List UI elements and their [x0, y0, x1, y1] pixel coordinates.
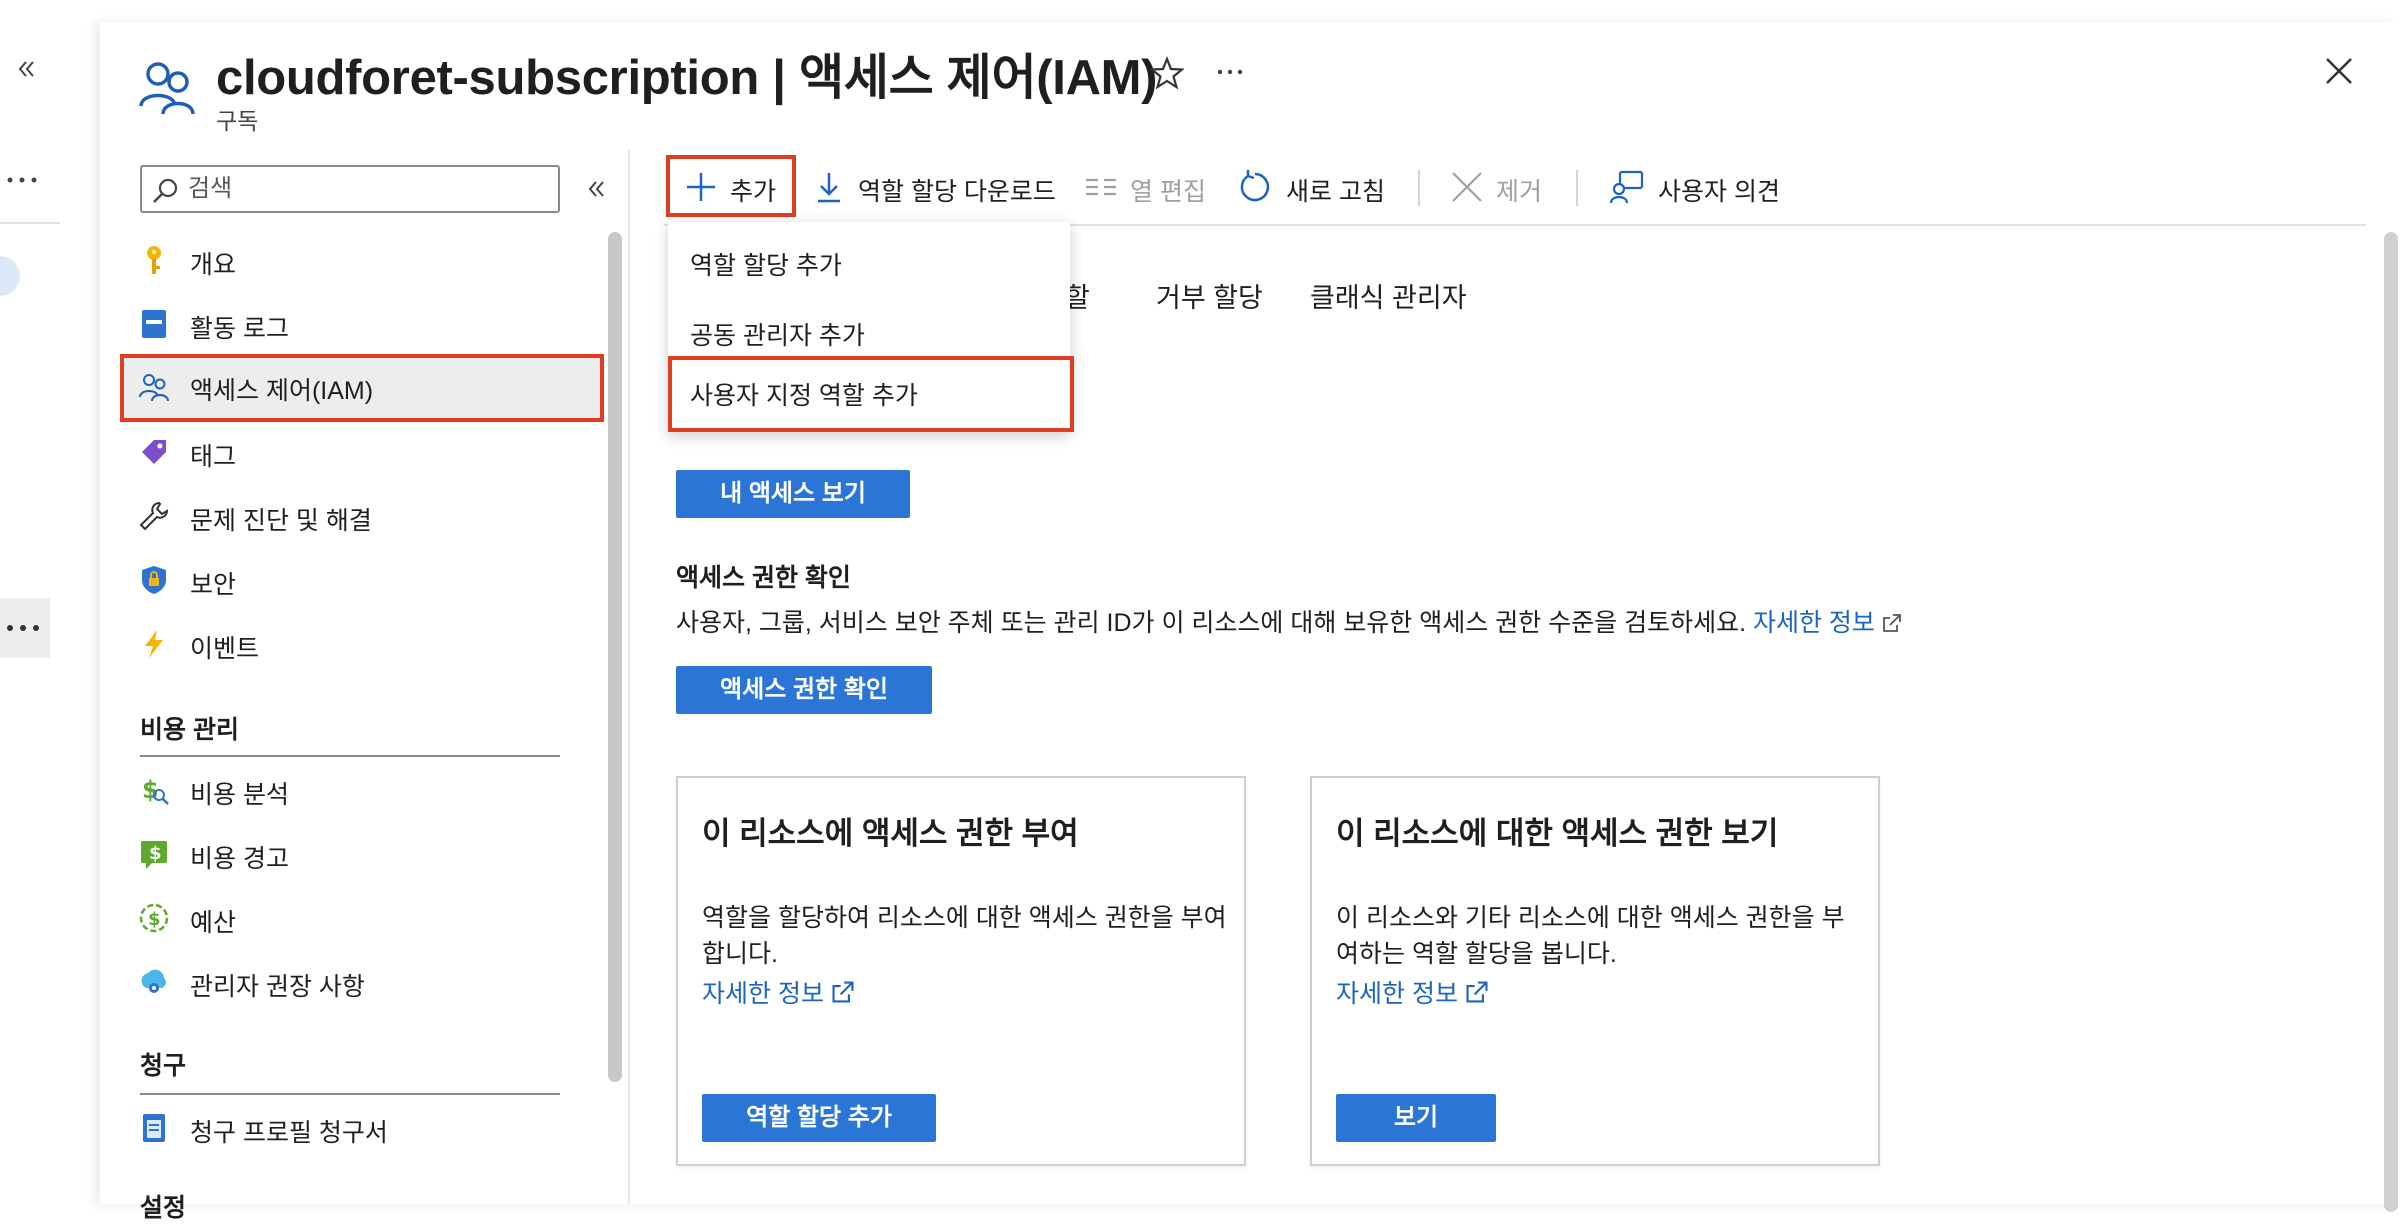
sidebar-item-events[interactable]: 이벤트: [120, 612, 604, 676]
external-link-icon: [1464, 979, 1490, 1005]
remove-icon: [1450, 170, 1484, 204]
download-icon: [812, 170, 846, 204]
learn-more-link[interactable]: 자세한 정보: [702, 974, 856, 1010]
page-title: cloudforet-subscription | 액세스 제어(IAM): [216, 51, 1158, 105]
sidebar-item-label: 보안: [190, 571, 237, 599]
key-icon: [138, 244, 170, 276]
cost-alert-icon: $: [138, 838, 170, 870]
remove-button[interactable]: 제거: [1450, 158, 1560, 216]
sidebar-scrollbar[interactable]: [608, 232, 622, 1082]
sidebar-item-diagnose[interactable]: 문제 진단 및 해결: [120, 484, 604, 548]
sidebar-item-iam[interactable]: 액세스 제어(IAM): [120, 354, 604, 422]
sidebar-item-advisor[interactable]: 관리자 권장 사항: [120, 950, 604, 1014]
search-icon: [153, 178, 178, 203]
section-divider: [140, 755, 560, 757]
plus-icon: [684, 170, 718, 204]
lightning-icon: [138, 628, 170, 660]
refresh-button[interactable]: 새로 고침: [1238, 158, 1388, 216]
budget-icon: $: [138, 902, 170, 934]
sidebar-item-label: 개요: [190, 251, 237, 279]
tab-classic-administrators[interactable]: 클래식 관리자: [1310, 276, 1467, 315]
add-button[interactable]: 추가: [684, 158, 784, 216]
sidebar-item-activity-log[interactable]: 활동 로그: [120, 292, 604, 356]
portal-rail: [0, 0, 62, 1204]
section-cost-management: 비용 관리: [140, 716, 239, 744]
toolbar-separator: [1576, 170, 1578, 206]
toolbar-separator: [1418, 170, 1420, 206]
sidebar-item-tags[interactable]: 태그: [120, 420, 604, 484]
sidebar-item-label: 관리자 권장 사항: [190, 973, 365, 1001]
sidebar-item-budget[interactable]: $ 예산: [120, 886, 604, 950]
sidebar-item-label: 예산: [190, 909, 237, 937]
shield-icon: [138, 564, 170, 596]
check-access-title: 액세스 권한 확인: [676, 564, 851, 592]
ellipsis-icon[interactable]: [1216, 68, 1244, 76]
sidebar-item-label: 문제 진단 및 해결: [190, 507, 372, 535]
check-access-button[interactable]: 액세스 권한 확인: [676, 666, 932, 714]
sidebar-item-cost-alerts[interactable]: $ 비용 경고: [120, 822, 604, 886]
collapse-menu-icon[interactable]: [586, 178, 608, 200]
rail-circle-icon[interactable]: [0, 256, 20, 296]
view-access-card: 이 리소스에 대한 액세스 권한 보기 이 리소스와 기타 리소스에 대한 액세…: [1310, 776, 1880, 1166]
view-my-access-button[interactable]: 내 액세스 보기: [676, 470, 910, 518]
card-description: 역할을 할당하여 리소스에 대한 액세스 권한을 부여합니다.: [702, 904, 1227, 968]
grant-access-card: 이 리소스에 액세스 권한 부여 역할을 할당하여 리소스에 대한 액세스 권한…: [676, 776, 1246, 1166]
card-description: 이 리소스와 기타 리소스에 대한 액세스 권한을 부여하는 역할 할당을 봅니…: [1336, 904, 1845, 968]
card-title: 이 리소스에 액세스 권한 부여: [702, 816, 1079, 851]
sidebar-item-security[interactable]: 보안: [120, 548, 604, 612]
rail-more-icon[interactable]: [6, 176, 38, 184]
search-input[interactable]: [188, 173, 548, 205]
people-icon: [138, 56, 198, 116]
rail-divider: [0, 222, 60, 224]
card-title: 이 리소스에 대한 액세스 권한 보기: [1336, 816, 1779, 851]
add-dropdown-menu: 역할 할당 추가 공동 관리자 추가 사용자 지정 역할 추가: [668, 222, 1074, 432]
sidebar-item-overview[interactable]: 개요: [120, 228, 604, 292]
rail-selected-item[interactable]: [0, 598, 50, 658]
section-settings: 설정: [140, 1194, 187, 1222]
tag-icon: [138, 436, 170, 468]
svg-text:$: $: [148, 909, 161, 930]
sidebar-item-label: 태그: [190, 443, 237, 471]
search-field[interactable]: [140, 165, 560, 213]
external-link-icon: [830, 979, 856, 1005]
menu-item-add-role-assignment[interactable]: 역할 할당 추가: [668, 226, 1070, 296]
invoice-icon: [138, 1112, 170, 1144]
people-icon: [138, 370, 170, 402]
sidebar-item-label: 비용 분석: [190, 781, 289, 809]
view-button[interactable]: 보기: [1336, 1094, 1496, 1142]
star-icon[interactable]: [1150, 56, 1184, 90]
sidebar-item-label: 비용 경고: [190, 845, 289, 873]
sidebar-separator: [628, 150, 630, 1204]
edit-columns-button[interactable]: 열 편집: [1084, 158, 1224, 216]
sidebar-item-label: 액세스 제어(IAM): [190, 377, 374, 405]
sidebar-item-cost-analysis[interactable]: $ 비용 분석: [120, 758, 604, 822]
learn-more-link[interactable]: 자세한 정보: [1753, 609, 1875, 637]
menu-item-add-custom-role[interactable]: 사용자 지정 역할 추가: [668, 356, 1074, 432]
download-role-assignments-button[interactable]: 역할 할당 다운로드: [812, 158, 1062, 216]
columns-icon: [1084, 170, 1118, 204]
sidebar-item-label: 이벤트: [190, 635, 260, 663]
main-scrollbar[interactable]: [2384, 232, 2398, 1212]
section-billing: 청구: [140, 1052, 187, 1080]
advisor-icon: [138, 966, 170, 998]
wrench-icon: [138, 500, 170, 532]
section-divider: [140, 1093, 560, 1095]
feedback-button[interactable]: 사용자 의견: [1610, 158, 1790, 216]
external-link-icon: [1881, 612, 1903, 634]
refresh-icon: [1238, 170, 1272, 204]
add-role-assignment-button[interactable]: 역할 할당 추가: [702, 1094, 936, 1142]
check-access-description: 사용자, 그룹, 서비스 보안 주체 또는 관리 ID가 이 리소스에 대해 보…: [676, 603, 1903, 639]
expand-rail-icon[interactable]: [16, 58, 38, 80]
close-icon[interactable]: [2324, 56, 2354, 86]
sidebar-item-invoices[interactable]: 청구 프로필 청구서: [120, 1096, 604, 1160]
cost-analysis-icon: $: [138, 774, 170, 806]
tab-deny-assignments[interactable]: 거부 할당: [1156, 276, 1263, 315]
svg-text:$: $: [149, 843, 162, 864]
page-subtitle: 구독: [216, 108, 259, 134]
feedback-icon: [1610, 170, 1644, 204]
sidebar-item-label: 활동 로그: [190, 315, 289, 343]
log-icon: [138, 308, 170, 340]
sidebar-item-label: 청구 프로필 청구서: [190, 1119, 388, 1147]
learn-more-link[interactable]: 자세한 정보: [1336, 974, 1490, 1010]
